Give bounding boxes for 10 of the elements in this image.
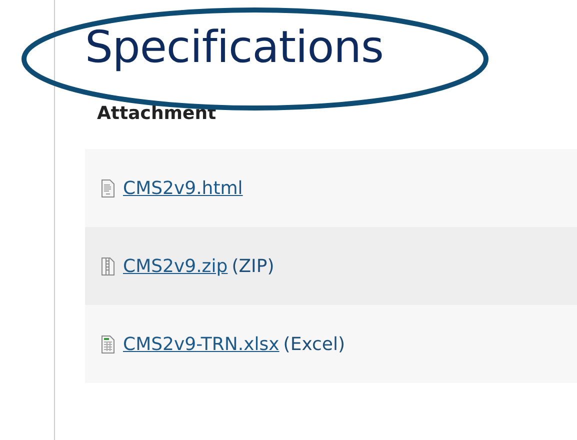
column-header: Attachment: [97, 102, 216, 126]
document-icon: [101, 178, 115, 198]
file-link[interactable]: CMS2v9-TRN.xlsx: [123, 330, 280, 358]
file-type: (ZIP): [232, 254, 274, 278]
spreadsheet-icon: [101, 334, 115, 354]
archive-icon: [101, 256, 115, 276]
page-heading: Specifications: [85, 21, 384, 75]
file-link[interactable]: CMS2v9.html: [123, 174, 243, 202]
file-link[interactable]: CMS2v9.zip: [123, 252, 228, 280]
file-type: (Excel): [283, 332, 346, 356]
